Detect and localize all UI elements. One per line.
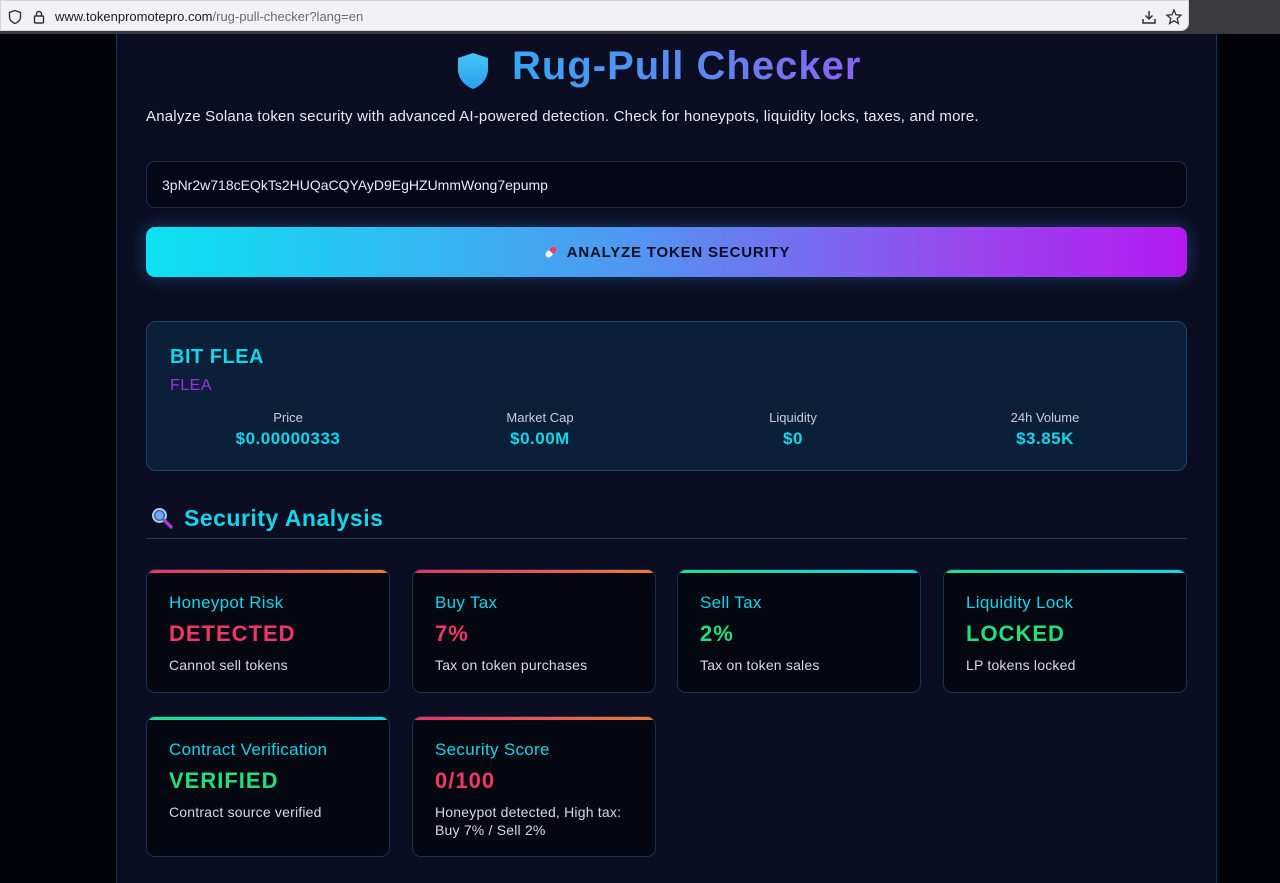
token-address-input[interactable]	[146, 161, 1187, 208]
card-description: Contract source verified	[169, 804, 322, 820]
card-value: DETECTED	[169, 621, 296, 646]
analyze-button-label: ANALYZE TOKEN SECURITY	[566, 243, 791, 261]
card-title: Security Score	[435, 740, 550, 759]
shield-outline-icon[interactable]	[7, 9, 23, 25]
token-info-card: BIT FLEA FLEA Price $0.00000333 Market C…	[146, 321, 1187, 471]
buy-tax-card: Buy Tax 7% Tax on token purchases	[412, 569, 656, 693]
page-subtitle: Analyze Solana token security with advan…	[146, 108, 979, 125]
card-title: Sell Tax	[700, 593, 762, 612]
card-value: VERIFIED	[169, 768, 279, 793]
honeypot-risk-card: Honeypot Risk DETECTED Cannot sell token…	[146, 569, 390, 693]
url-host: www.tokenpromotepro.com	[55, 9, 213, 24]
contract-verification-card: Contract Verification VERIFIED Contract …	[146, 716, 390, 857]
url-text[interactable]: www.tokenpromotepro.com/rug-pull-checker…	[55, 9, 363, 24]
shield-icon	[458, 53, 488, 89]
stat-price: Price $0.00000333	[163, 410, 413, 449]
card-value: LOCKED	[966, 621, 1065, 646]
magnifier-icon	[152, 508, 173, 529]
card-title: Honeypot Risk	[169, 593, 284, 612]
stat-label: 24h Volume	[1010, 410, 1080, 425]
card-description: Honeypot detected, High tax: Buy 7% / Se…	[435, 804, 622, 838]
card-description: Tax on token sales	[700, 657, 820, 673]
card-title: Buy Tax	[435, 593, 498, 612]
card-description: Cannot sell tokens	[169, 657, 288, 673]
page-title: Rug-Pull Checker	[512, 44, 862, 88]
stat-label: Liquidity	[769, 410, 817, 425]
card-accent-bar	[413, 717, 655, 720]
card-accent-bar	[147, 717, 389, 720]
card-accent-bar	[678, 570, 920, 573]
stat-label: Market Cap	[506, 410, 574, 425]
analyze-token-button[interactable]: ANALYZE TOKEN SECURITY	[146, 227, 1187, 277]
card-accent-bar	[413, 570, 655, 573]
card-accent-bar	[944, 570, 1186, 573]
stat-value: $0.00M	[510, 429, 570, 448]
card-description: Tax on token purchases	[435, 657, 588, 673]
download-icon[interactable]	[1140, 8, 1158, 26]
stat-value: $0	[783, 429, 803, 448]
stat-market-cap: Market Cap $0.00M	[415, 410, 665, 449]
card-value: 7%	[435, 621, 469, 646]
card-title: Contract Verification	[169, 740, 328, 759]
card-accent-bar	[147, 570, 389, 573]
security-analysis-heading: Security Analysis	[150, 503, 383, 533]
card-value: 2%	[700, 621, 734, 646]
sell-tax-card: Sell Tax 2% Tax on token sales	[677, 569, 921, 693]
stat-value: $3.85K	[1016, 429, 1074, 448]
lock-icon[interactable]	[31, 9, 47, 25]
bookmark-star-icon[interactable]	[1165, 8, 1183, 26]
token-name: BIT FLEA	[170, 346, 264, 368]
browser-toolbar: www.tokenpromotepro.com/rug-pull-checker…	[0, 0, 1280, 34]
security-score-card: Security Score 0/100 Honeypot detected, …	[412, 716, 656, 857]
pill-icon	[545, 246, 557, 258]
stat-label: Price	[273, 410, 303, 425]
stat-liquidity: Liquidity $0	[668, 410, 918, 449]
card-value: 0/100	[435, 768, 496, 793]
card-description: LP tokens locked	[966, 657, 1076, 673]
address-bar[interactable]: www.tokenpromotepro.com/rug-pull-checker…	[0, 0, 1189, 31]
card-title: Liquidity Lock	[966, 593, 1074, 612]
token-symbol: FLEA	[170, 377, 213, 394]
url-path: /rug-pull-checker?lang=en	[212, 9, 364, 24]
liquidity-lock-card: Liquidity Lock LOCKED LP tokens locked	[943, 569, 1187, 693]
section-title: Security Analysis	[184, 504, 384, 531]
stat-value: $0.00000333	[235, 429, 341, 448]
stat-24h-volume: 24h Volume $3.85K	[920, 410, 1170, 449]
section-divider	[146, 538, 1187, 539]
